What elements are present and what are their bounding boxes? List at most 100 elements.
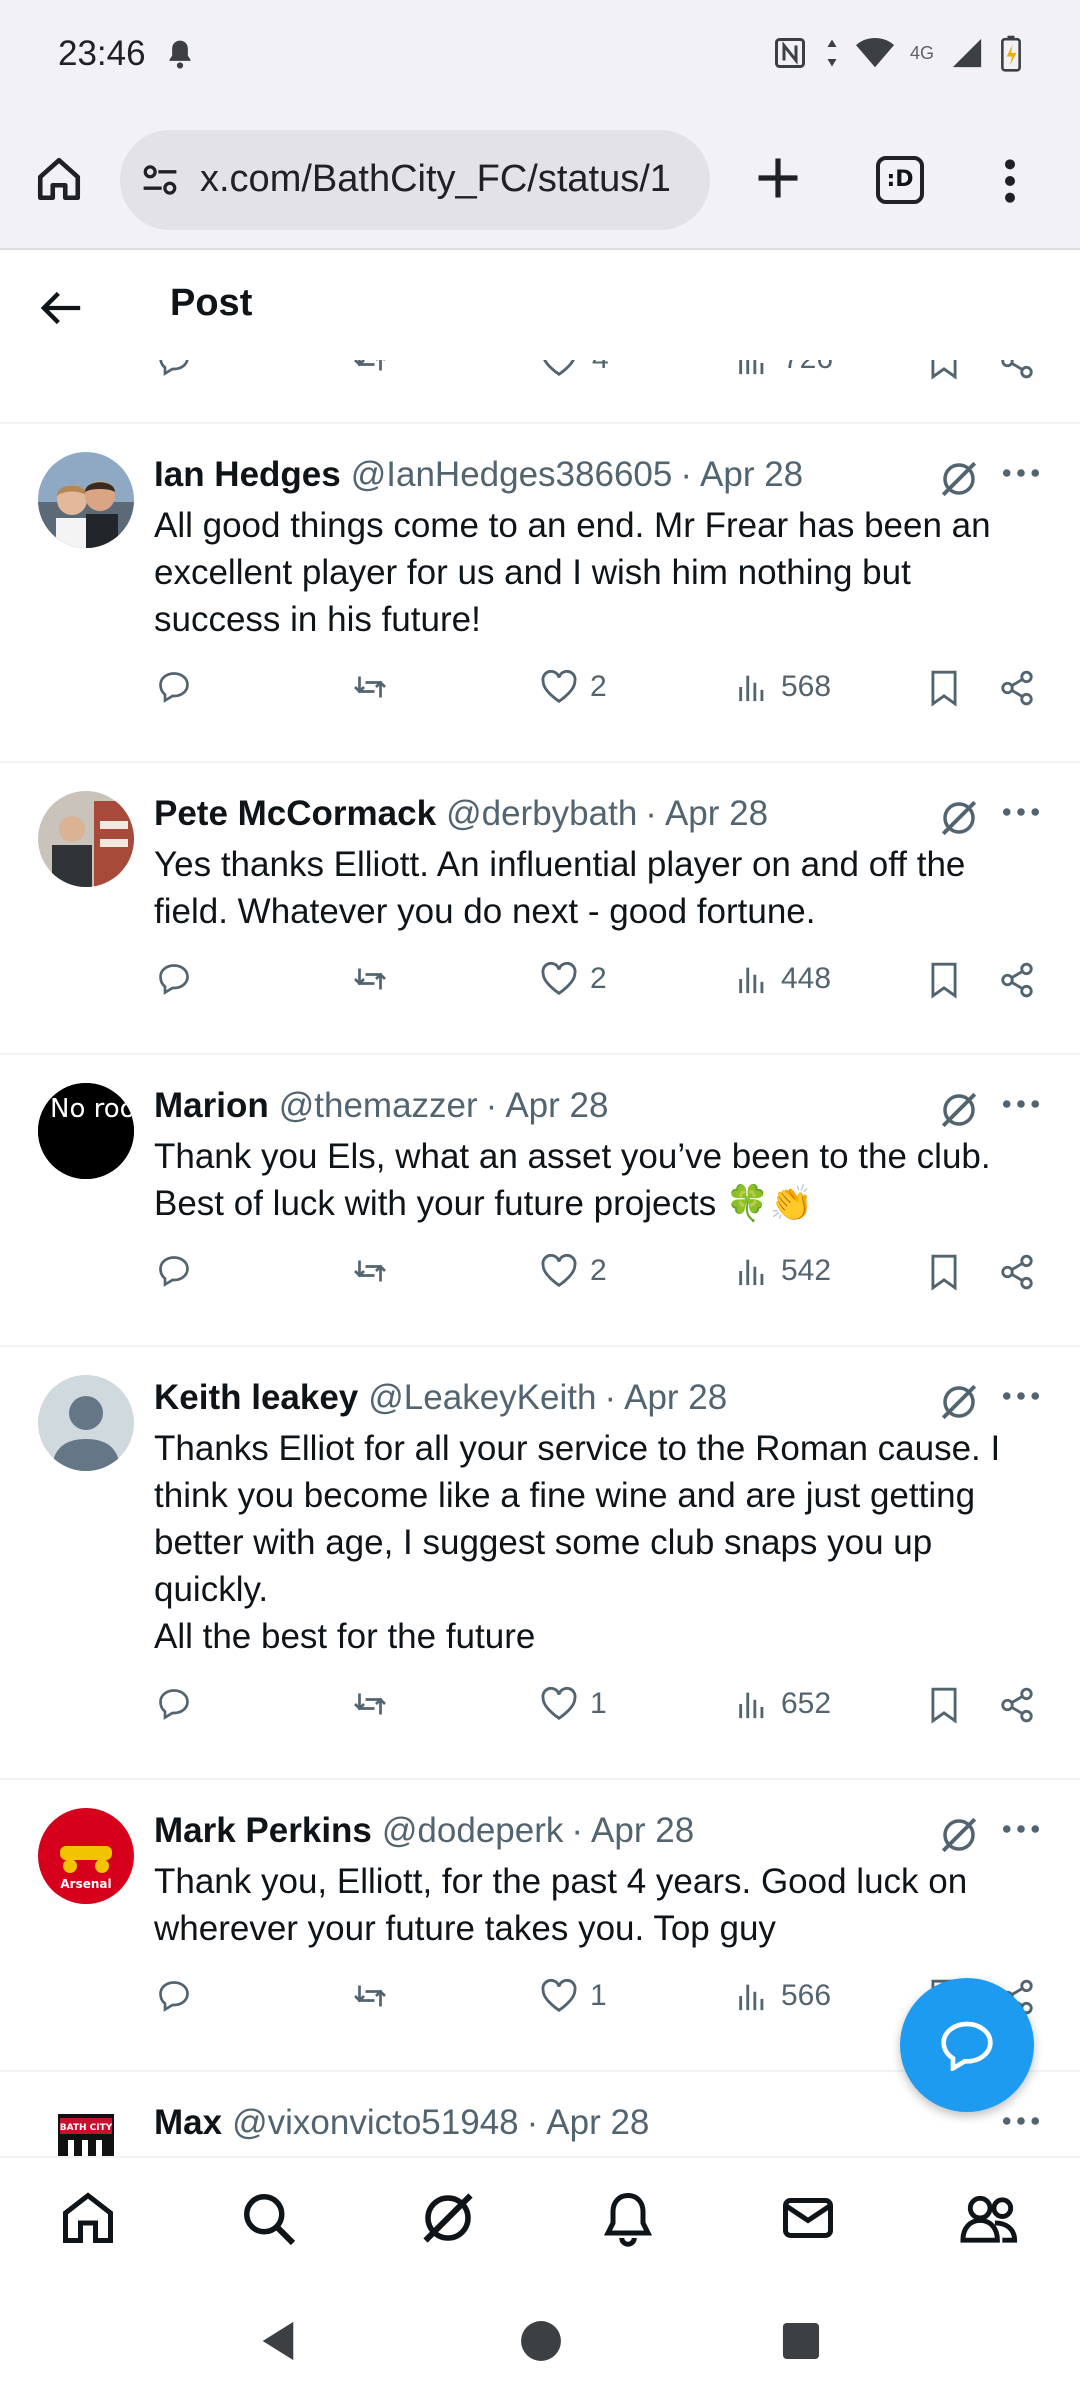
new-tab-icon[interactable] bbox=[752, 152, 804, 204]
grok-icon[interactable] bbox=[938, 458, 980, 500]
system-icons: 4G bbox=[772, 34, 1022, 72]
more-options-icon[interactable] bbox=[1002, 1824, 1040, 1834]
reply-icon[interactable] bbox=[155, 961, 193, 997]
reply-tweet[interactable]: Ian Hedges @IanHedges386605 · Apr 28 All… bbox=[0, 424, 1080, 763]
tab-switcher-button[interactable]: :D bbox=[876, 156, 924, 204]
more-options-icon[interactable] bbox=[1002, 468, 1040, 478]
compose-reply-button[interactable] bbox=[900, 1978, 1034, 2112]
site-settings-icon[interactable] bbox=[140, 162, 180, 198]
reply-icon[interactable] bbox=[155, 360, 193, 378]
views-icon bbox=[739, 675, 764, 702]
like-icon[interactable] bbox=[540, 360, 578, 378]
author-handle[interactable]: @vixonvicto51948 bbox=[232, 2103, 519, 2143]
author-handle[interactable]: @LeakeyKeith bbox=[368, 1378, 596, 1418]
system-recents-icon[interactable] bbox=[782, 2322, 820, 2360]
post-date[interactable]: Apr 28 bbox=[546, 2103, 649, 2143]
avatar[interactable]: Arsenal bbox=[38, 1808, 134, 1904]
share-icon[interactable] bbox=[998, 360, 1036, 380]
browser-toolbar: x.com/BathCity_FC/status/1 :D bbox=[0, 112, 1080, 250]
bookmark-icon[interactable] bbox=[927, 669, 961, 707]
reply-tweet[interactable]: No room for racism Marion @themazzer · A… bbox=[0, 1055, 1080, 1347]
system-home-icon[interactable] bbox=[520, 2320, 562, 2362]
browser-menu-icon[interactable] bbox=[1000, 156, 1020, 206]
post-date[interactable]: Apr 28 bbox=[624, 1378, 727, 1418]
author-handle[interactable]: @themazzer bbox=[279, 1086, 478, 1126]
system-back-icon[interactable] bbox=[258, 2320, 298, 2362]
views-button[interactable]: 542 bbox=[735, 1253, 831, 1289]
avatar[interactable] bbox=[38, 452, 134, 548]
browser-home-icon[interactable] bbox=[34, 154, 84, 204]
share-icon[interactable] bbox=[998, 669, 1036, 707]
reply-tweet[interactable]: Pete McCormack @derbybath · Apr 28 Yes t… bbox=[0, 763, 1080, 1055]
back-arrow-icon[interactable] bbox=[40, 288, 84, 328]
avatar[interactable] bbox=[38, 1375, 134, 1471]
like-button[interactable]: 2 bbox=[540, 1253, 607, 1289]
tweet-actions: 1 652 bbox=[0, 1660, 1040, 1778]
author-name[interactable]: Marion bbox=[154, 1086, 269, 1126]
home-icon[interactable] bbox=[58, 2188, 118, 2248]
grok-icon[interactable] bbox=[938, 797, 980, 839]
author-name[interactable]: Ian Hedges bbox=[154, 455, 341, 495]
like-button[interactable]: 1 bbox=[540, 1978, 607, 2014]
author-name[interactable]: Mark Perkins bbox=[154, 1811, 372, 1851]
bookmark-icon[interactable] bbox=[927, 360, 961, 380]
reply-icon[interactable] bbox=[155, 1978, 193, 2014]
share-icon[interactable] bbox=[998, 961, 1036, 999]
author-handle[interactable]: @derbybath bbox=[446, 794, 637, 834]
bookmark-icon[interactable] bbox=[927, 1686, 961, 1724]
communities-icon[interactable] bbox=[958, 2188, 1022, 2248]
repost-icon[interactable] bbox=[350, 1686, 390, 1722]
like-button[interactable]: 2 bbox=[540, 961, 607, 997]
view-count: 568 bbox=[781, 670, 832, 703]
repost-icon[interactable] bbox=[350, 1978, 390, 2014]
like-count: 2 bbox=[590, 670, 607, 703]
avatar[interactable] bbox=[38, 791, 134, 887]
author-handle[interactable]: @dodeperk bbox=[382, 1811, 563, 1851]
post-date[interactable]: Apr 28 bbox=[591, 1811, 694, 1851]
url-text[interactable]: x.com/BathCity_FC/status/1 bbox=[200, 158, 671, 201]
share-icon[interactable] bbox=[998, 1253, 1036, 1291]
more-options-icon[interactable] bbox=[1002, 1391, 1040, 1401]
avatar[interactable]: No room for racism bbox=[38, 1083, 134, 1179]
more-options-icon[interactable] bbox=[1002, 1099, 1040, 1109]
author-name[interactable]: Keith leakey bbox=[154, 1378, 358, 1418]
views-icon bbox=[739, 967, 764, 994]
repost-icon[interactable] bbox=[350, 1253, 390, 1289]
repost-icon[interactable] bbox=[350, 961, 390, 997]
share-icon[interactable] bbox=[998, 1686, 1036, 1724]
grok-icon[interactable] bbox=[938, 1381, 980, 1423]
reply-tweet[interactable]: Keith leakey @LeakeyKeith · Apr 28 Thank… bbox=[0, 1347, 1080, 1780]
post-date[interactable]: Apr 28 bbox=[505, 1086, 608, 1126]
author-handle[interactable]: @IanHedges386605 bbox=[351, 455, 673, 495]
post-date[interactable]: Apr 28 bbox=[700, 455, 803, 495]
more-options-icon[interactable] bbox=[1002, 2116, 1040, 2126]
repost-icon[interactable] bbox=[350, 360, 390, 378]
author-name[interactable]: Max bbox=[154, 2103, 222, 2143]
bookmark-icon[interactable] bbox=[927, 1253, 961, 1291]
reply-icon[interactable] bbox=[155, 1686, 193, 1722]
search-icon[interactable] bbox=[238, 2188, 298, 2248]
views-button[interactable]: 652 bbox=[735, 1686, 831, 1722]
reply-icon[interactable] bbox=[155, 1253, 193, 1289]
reply-icon[interactable] bbox=[155, 669, 193, 705]
grok-icon[interactable] bbox=[418, 2188, 478, 2248]
repost-icon[interactable] bbox=[350, 669, 390, 705]
network-type: 4G bbox=[909, 42, 934, 63]
grok-icon[interactable] bbox=[938, 1814, 980, 1856]
views-button[interactable]: 566 bbox=[735, 1978, 831, 2014]
messages-icon[interactable] bbox=[778, 2188, 838, 2248]
views-button[interactable]: 448 bbox=[735, 961, 831, 997]
author-name[interactable]: Pete McCormack bbox=[154, 794, 436, 834]
address-bar[interactable]: x.com/BathCity_FC/status/1 bbox=[120, 130, 710, 230]
avatar[interactable]: BATH CITY bbox=[38, 2100, 134, 2160]
like-button[interactable]: 2 bbox=[540, 669, 607, 705]
views-button[interactable]: 568 bbox=[735, 669, 831, 705]
post-date[interactable]: Apr 28 bbox=[665, 794, 768, 834]
more-options-icon[interactable] bbox=[1002, 807, 1040, 817]
reply-bubble-icon bbox=[941, 2021, 993, 2071]
notifications-icon[interactable] bbox=[598, 2188, 658, 2248]
bookmark-icon[interactable] bbox=[927, 961, 961, 999]
grok-icon[interactable] bbox=[938, 1089, 980, 1131]
views-icon[interactable] bbox=[735, 360, 769, 378]
like-button[interactable]: 1 bbox=[540, 1686, 607, 1722]
